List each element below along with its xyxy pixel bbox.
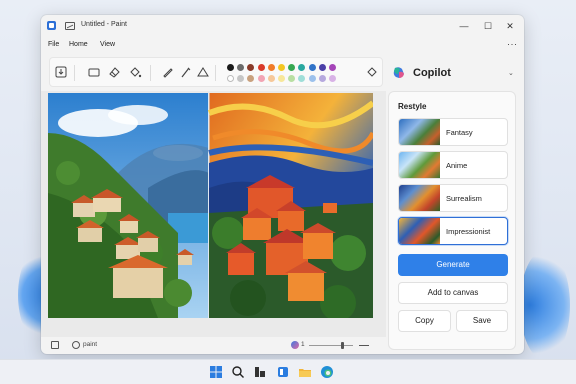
file-explorer-icon[interactable]	[298, 365, 312, 379]
paint-app-icon	[47, 21, 56, 30]
style-name: Surrealism	[446, 194, 482, 203]
eraser-icon[interactable]	[107, 65, 121, 79]
menu-home[interactable]: Home	[69, 41, 88, 48]
anime-thumbnail	[399, 152, 440, 178]
color-picker-icon[interactable]	[365, 65, 379, 79]
style-name: Anime	[446, 161, 468, 170]
fill-bucket-icon[interactable]	[128, 65, 142, 79]
save-button[interactable]: Save	[456, 310, 508, 332]
style-name: Impressionist	[446, 227, 491, 236]
canvas-artwork	[48, 93, 373, 318]
brush-icon[interactable]	[179, 65, 193, 79]
widgets-icon[interactable]	[276, 365, 290, 379]
status-bar: paint 1	[41, 337, 386, 354]
toolbar-divider	[74, 65, 75, 81]
shapes-icon[interactable]	[196, 65, 210, 79]
color-swatch[interactable]	[329, 75, 336, 82]
paint-status-icon	[72, 341, 80, 349]
surrealism-thumbnail	[399, 185, 440, 211]
status-tool-label: paint	[83, 341, 98, 348]
layers-icon[interactable]	[291, 341, 299, 349]
taskbar	[0, 359, 576, 384]
wallpaper-decoration-right	[520, 250, 570, 360]
menu-bar: File Home View ···	[41, 37, 524, 55]
color-swatch[interactable]	[308, 64, 316, 71]
add-to-canvas-button[interactable]: Add to canvas	[398, 282, 508, 304]
close-button[interactable]: ✕	[501, 19, 519, 33]
fantasy-thumbnail	[399, 119, 440, 145]
toolbar-divider	[150, 65, 151, 81]
color-swatch[interactable]	[257, 64, 265, 71]
search-icon[interactable]	[231, 365, 245, 379]
color-swatch[interactable]	[247, 64, 255, 71]
color-swatch[interactable]	[257, 75, 265, 82]
color-swatch[interactable]	[278, 64, 285, 71]
chevron-down-icon[interactable]: ⌄	[508, 69, 514, 77]
style-option-fantasy[interactable]: Fantasy	[398, 118, 508, 146]
window-title: Untitled - Paint	[81, 21, 127, 28]
style-option-surrealism[interactable]: Surrealism	[398, 184, 508, 212]
color-swatch[interactable]	[298, 75, 306, 82]
more-options-button[interactable]: ···	[507, 39, 518, 49]
color-swatch[interactable]	[298, 64, 306, 71]
color-swatch[interactable]	[267, 64, 275, 71]
zoom-slider-thumb[interactable]	[340, 342, 344, 349]
color-swatch[interactable]	[247, 75, 255, 82]
image-icon	[65, 22, 75, 30]
zoom-out-icon[interactable]	[359, 345, 369, 346]
style-option-impressionist[interactable]: Impressionist	[398, 217, 508, 245]
layer-count: 1	[301, 341, 305, 348]
restyle-heading: Restyle	[398, 102, 427, 111]
image-select-icon[interactable]	[54, 65, 68, 79]
style-name: Fantasy	[446, 128, 473, 137]
toolbar-divider	[215, 65, 216, 81]
minimize-button[interactable]: —	[455, 19, 473, 33]
color-swatch[interactable]	[288, 64, 296, 71]
copilot-title: Copilot	[413, 67, 451, 79]
title-bar: Untitled - Paint — ☐ ✕	[41, 15, 524, 37]
color-swatch[interactable]	[329, 64, 336, 71]
generate-button[interactable]: Generate	[398, 254, 508, 276]
color-swatch[interactable]	[308, 75, 316, 82]
canvas-area	[41, 91, 386, 337]
select-rectangle-icon[interactable]	[87, 65, 101, 79]
windows-start-icon[interactable]	[209, 365, 223, 379]
color-swatch[interactable]	[318, 64, 326, 71]
copy-button[interactable]: Copy	[398, 310, 451, 332]
paint-window: Untitled - Paint — ☐ ✕ File Home View ··…	[41, 15, 524, 354]
maximize-button[interactable]: ☐	[479, 19, 497, 33]
color-swatch[interactable]	[237, 75, 245, 82]
pencil-icon[interactable]	[161, 65, 175, 79]
color-swatch[interactable]	[237, 64, 245, 71]
edge-browser-icon[interactable]	[320, 365, 334, 379]
style-option-anime[interactable]: Anime	[398, 151, 508, 179]
menu-view[interactable]: View	[100, 41, 115, 48]
color-swatch[interactable]	[288, 75, 296, 82]
toolbar	[49, 57, 383, 87]
drawing-canvas[interactable]	[48, 93, 373, 318]
impressionist-thumbnail	[399, 218, 440, 244]
color-swatch[interactable]	[267, 75, 275, 82]
copilot-header: Copilot ⌄	[392, 64, 520, 84]
color-swatch[interactable]	[278, 75, 285, 82]
menu-file[interactable]: File	[48, 41, 59, 48]
color-swatch[interactable]	[227, 64, 234, 71]
color-swatch[interactable]	[318, 75, 326, 82]
copilot-panel: Copilot ⌄ Restyle Fantasy Anime Surreali…	[388, 56, 520, 350]
zoom-slider[interactable]	[309, 342, 353, 349]
canvas-size-icon[interactable]	[51, 341, 59, 349]
color-swatch[interactable]	[227, 75, 234, 82]
restyle-card: Restyle Fantasy Anime Surrealism Impress…	[388, 91, 516, 350]
task-view-icon[interactable]	[253, 365, 267, 379]
copilot-logo-icon	[393, 67, 404, 78]
